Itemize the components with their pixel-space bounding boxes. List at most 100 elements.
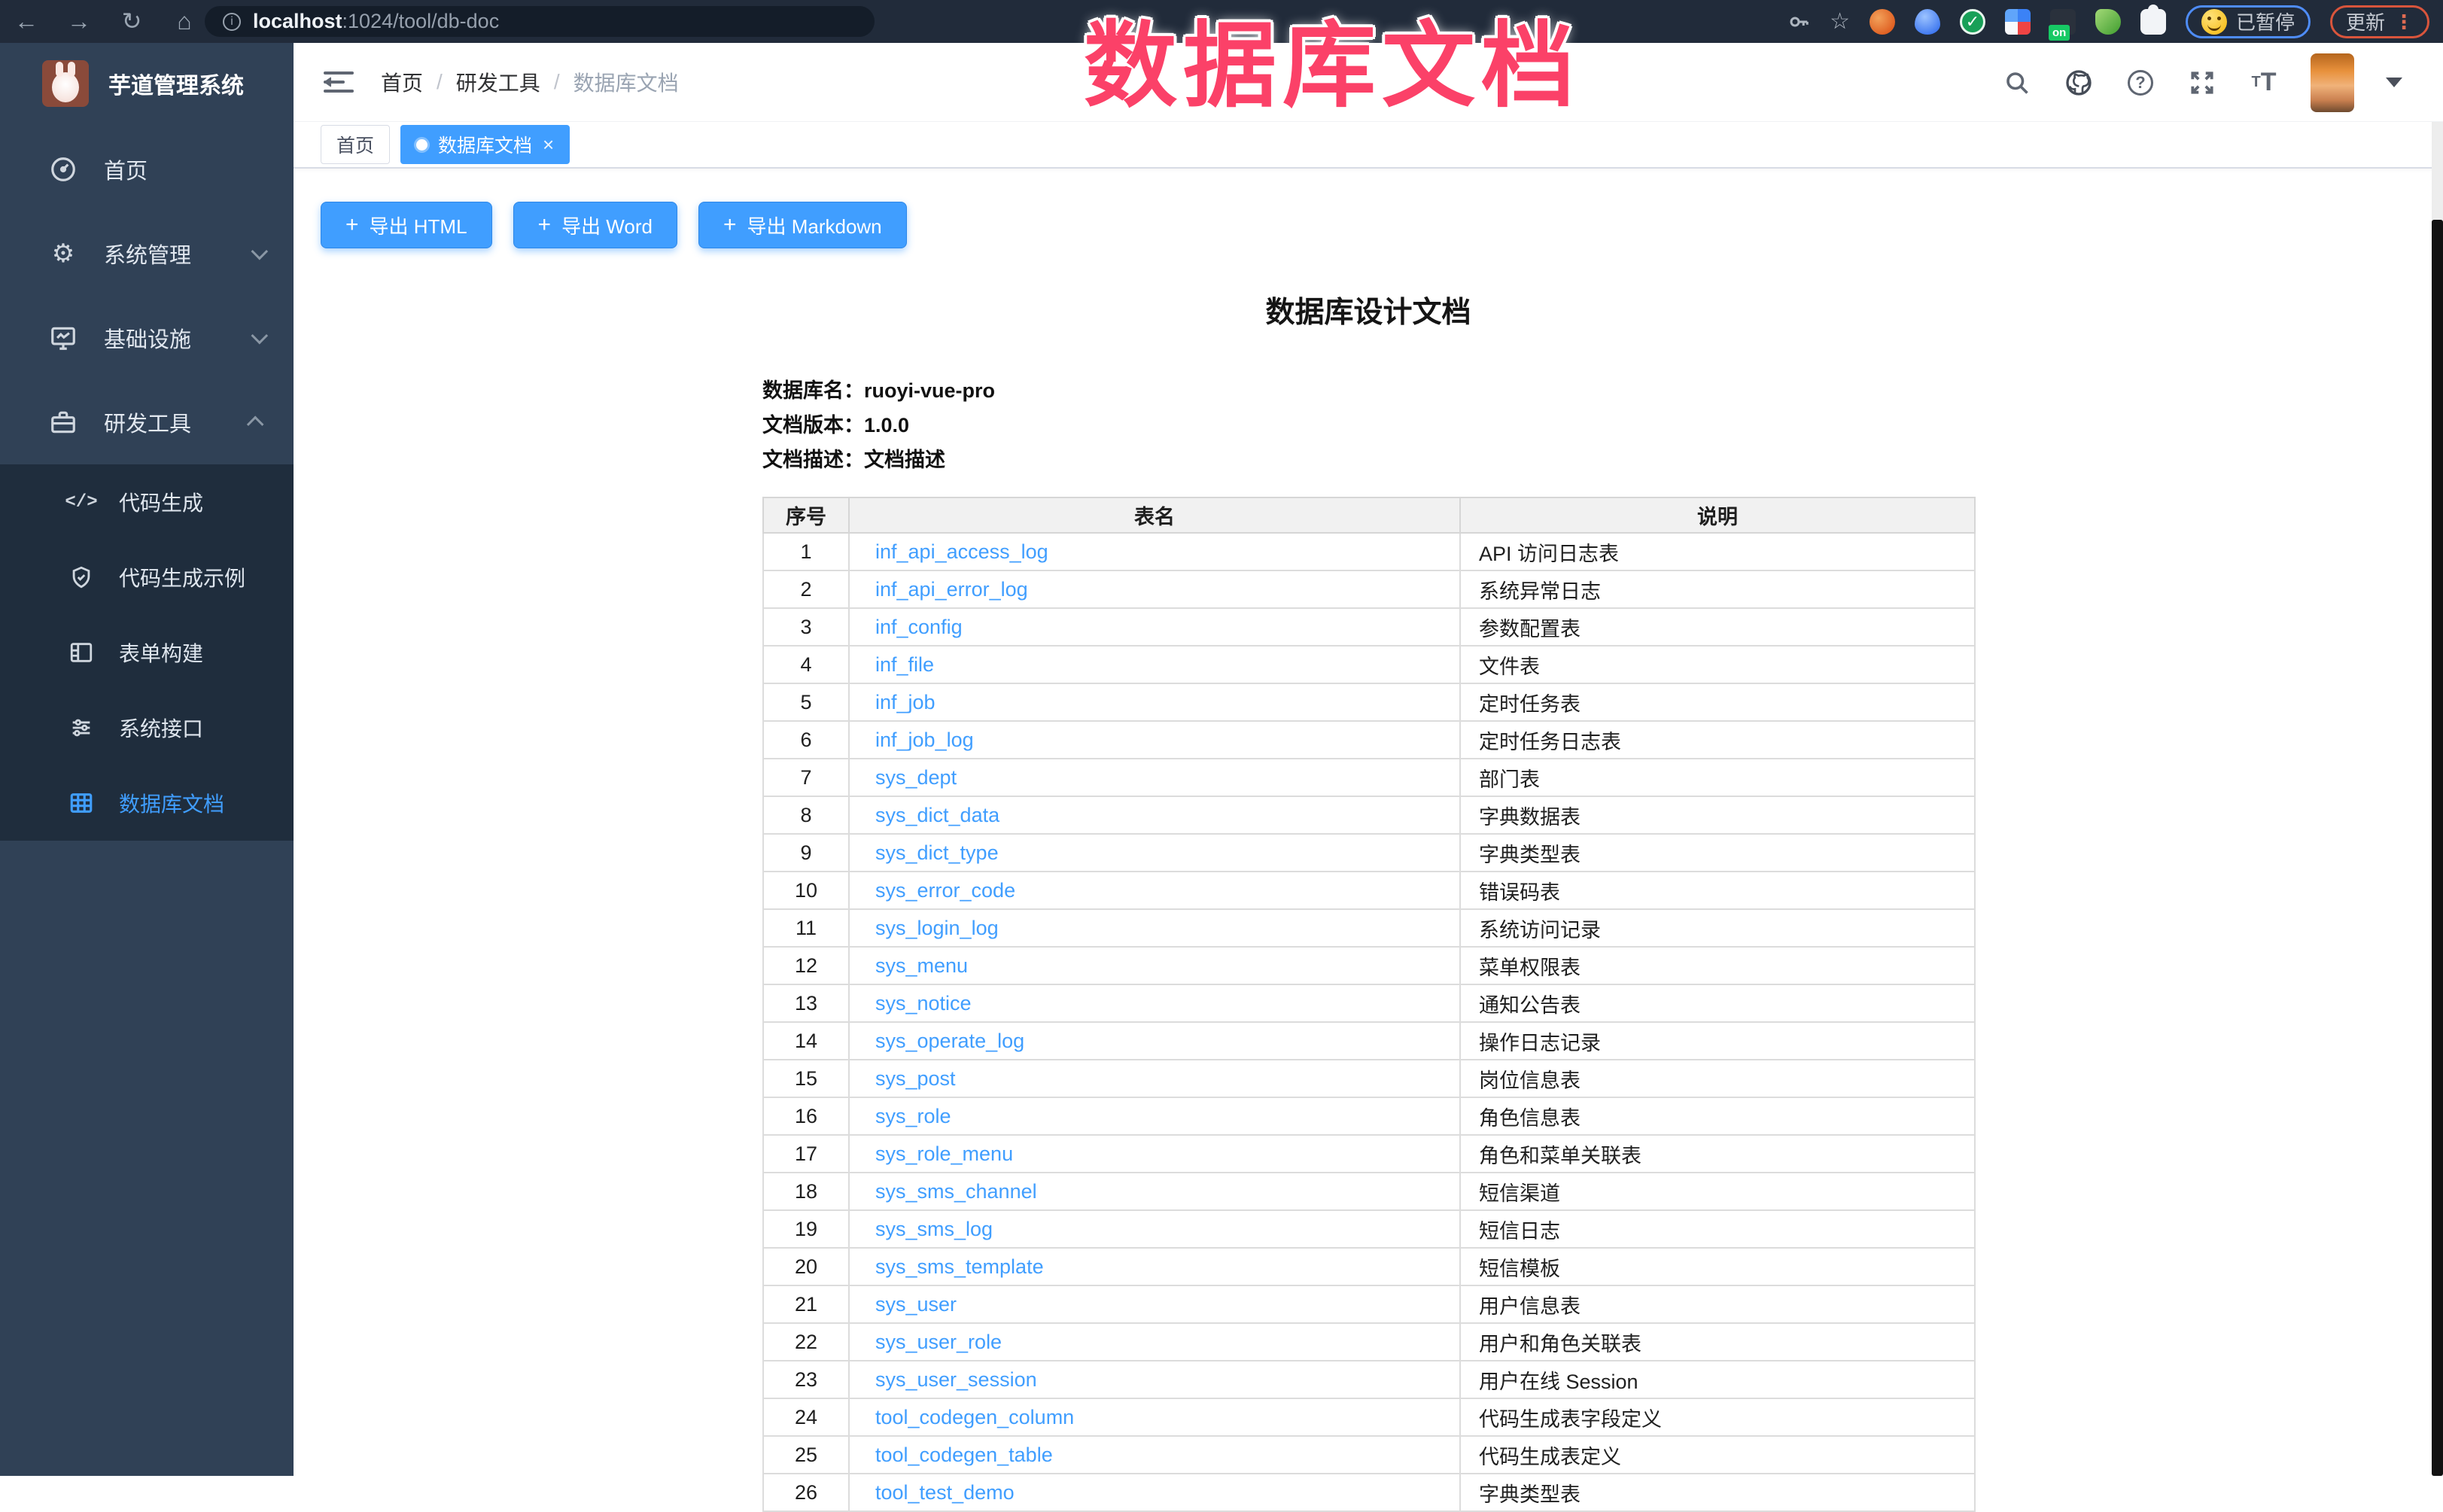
view-tab[interactable]: 首页 <box>321 125 390 164</box>
table-name-link[interactable]: inf_file <box>875 653 934 676</box>
search-icon[interactable] <box>2002 68 2032 98</box>
toolbox-icon <box>47 408 80 437</box>
table-name-link[interactable]: tool_codegen_column <box>875 1406 1074 1428</box>
row-index: 2 <box>763 570 849 608</box>
table-name-link[interactable]: inf_config <box>875 616 963 638</box>
breadcrumb-separator: / <box>437 70 443 94</box>
browser-update-chip[interactable]: 更新 ⋮ <box>2330 5 2429 38</box>
export-button[interactable]: +导出 HTML <box>321 202 492 248</box>
breadcrumb-item[interactable]: 首页 <box>381 67 423 97</box>
page-scrollbar-thumb[interactable] <box>2432 220 2443 1476</box>
browser-reload-icon[interactable]: ↻ <box>105 0 158 43</box>
export-button[interactable]: +导出 Markdown <box>698 202 907 248</box>
font-size-icon[interactable]: TT <box>2249 68 2279 98</box>
table-name-link[interactable]: sys_role_menu <box>875 1142 1013 1165</box>
extension-icon-proxy[interactable]: on <box>2050 9 2076 35</box>
sidebar-item-devtools[interactable]: 研发工具 <box>0 380 294 464</box>
help-icon[interactable]: ? <box>2125 68 2155 98</box>
plus-icon: + <box>723 214 737 236</box>
github-icon[interactable] <box>2064 68 2094 98</box>
site-info-icon[interactable]: i <box>223 13 241 31</box>
extension-icon-grid[interactable] <box>2005 9 2031 35</box>
table-row: 11sys_login_log系统访问记录 <box>763 909 1975 947</box>
breadcrumb-item[interactable]: 研发工具 <box>456 67 540 97</box>
app-header: 首页/研发工具/数据库文档 ? TT <box>294 43 2443 122</box>
row-table-name-cell: tool_codegen_column <box>849 1398 1460 1436</box>
row-index: 15 <box>763 1060 849 1097</box>
app-logo-row[interactable]: 芋道管理系统 <box>0 43 294 124</box>
table-row: 3inf_config参数配置表 <box>763 608 1975 646</box>
table-name-link[interactable]: sys_notice <box>875 992 972 1015</box>
table-row: 21sys_user用户信息表 <box>763 1285 1975 1323</box>
table-name-link[interactable]: sys_dict_type <box>875 841 999 864</box>
table-name-link[interactable]: sys_login_log <box>875 917 999 939</box>
close-icon[interactable]: × <box>543 135 554 154</box>
table-name-link[interactable]: sys_sms_log <box>875 1218 993 1240</box>
browser-back-icon[interactable]: ← <box>0 0 53 43</box>
view-tab[interactable]: 数据库文档× <box>400 125 570 164</box>
user-avatar[interactable] <box>2311 53 2354 112</box>
table-row: 13sys_notice通知公告表 <box>763 984 1975 1022</box>
bookmark-star-icon[interactable]: ☆ <box>1830 8 1850 35</box>
row-index: 9 <box>763 834 849 872</box>
browser-menu-icon[interactable]: ⋮ <box>2394 12 2414 32</box>
table-name-link[interactable]: sys_user <box>875 1293 957 1316</box>
table-name-link[interactable]: sys_dict_data <box>875 804 999 826</box>
table-column-header: 序号 <box>763 497 849 533</box>
table-name-link[interactable]: sys_sms_channel <box>875 1180 1037 1203</box>
row-description: 短信日志 <box>1460 1210 1975 1248</box>
table-name-link[interactable]: inf_job_log <box>875 729 974 751</box>
browser-home-icon[interactable]: ⌂ <box>158 0 211 43</box>
table-name-link[interactable]: inf_api_access_log <box>875 540 1048 563</box>
user-menu-caret-icon[interactable] <box>2386 78 2402 87</box>
row-index: 10 <box>763 872 849 909</box>
address-bar[interactable]: i localhost:1024/tool/db-doc <box>205 6 875 37</box>
sidebar-item-system[interactable]: ⚙ 系统管理 <box>0 211 294 296</box>
table-name-link[interactable]: sys_menu <box>875 954 968 977</box>
table-row: 9sys_dict_type字典类型表 <box>763 834 1975 872</box>
sidebar-item-db-doc[interactable]: 数据库文档 <box>0 765 294 841</box>
table-name-link[interactable]: tool_codegen_table <box>875 1444 1053 1466</box>
table-name-link[interactable]: inf_job <box>875 691 936 713</box>
sidebar-item-infra[interactable]: 基础设施 <box>0 296 294 380</box>
extensions-puzzle-icon[interactable] <box>2140 9 2166 35</box>
fullscreen-icon[interactable] <box>2187 68 2217 98</box>
row-table-name-cell: sys_post <box>849 1060 1460 1097</box>
table-name-link[interactable]: sys_post <box>875 1067 956 1090</box>
sidebar-item-codegen-demo[interactable]: 代码生成示例 <box>0 540 294 615</box>
plus-icon: + <box>345 214 359 236</box>
extension-icon-check[interactable]: ✓ <box>1960 9 1985 35</box>
paused-extension-chip[interactable]: 已暂停 <box>2186 5 2311 38</box>
sidebar-item-home[interactable]: 首页 <box>0 127 294 211</box>
table-name-link[interactable]: sys_operate_log <box>875 1030 1024 1052</box>
browser-forward-icon[interactable]: → <box>53 0 105 43</box>
table-name-link[interactable]: tool_test_demo <box>875 1481 1015 1504</box>
table-name-link[interactable]: sys_sms_template <box>875 1255 1044 1278</box>
sidebar-item-form-builder[interactable]: 表单构建 <box>0 615 294 690</box>
row-description: 通知公告表 <box>1460 984 1975 1022</box>
table-name-link[interactable]: inf_api_error_log <box>875 578 1028 601</box>
extension-icon-leaf[interactable] <box>2095 9 2121 35</box>
key-icon[interactable] <box>1787 11 1810 33</box>
table-header-row: 序号表名说明 <box>763 497 1975 533</box>
row-table-name-cell: sys_error_code <box>849 872 1460 909</box>
export-button[interactable]: +导出 Word <box>513 202 677 248</box>
table-name-link[interactable]: sys_role <box>875 1105 951 1127</box>
extension-icon-orange[interactable] <box>1870 9 1895 35</box>
page-content: +导出 HTML+导出 Word+导出 Markdown 数据库设计文档 数据库… <box>294 169 2443 1512</box>
sidebar-item-codegen[interactable]: </> 代码生成 <box>0 464 294 540</box>
table-row: 20sys_sms_template短信模板 <box>763 1248 1975 1285</box>
table-name-link[interactable]: sys_user_session <box>875 1368 1037 1391</box>
row-description: 菜单权限表 <box>1460 947 1975 984</box>
extension-on-badge: on <box>2049 25 2070 41</box>
table-name-link[interactable]: sys_dept <box>875 766 957 789</box>
sidebar-fold-icon[interactable] <box>324 70 354 94</box>
extension-icon-pin[interactable] <box>1915 9 1940 35</box>
row-index: 25 <box>763 1436 849 1474</box>
info-value: ruoyi-vue-pro <box>864 379 995 402</box>
table-row: 18sys_sms_channel短信渠道 <box>763 1173 1975 1210</box>
row-index: 14 <box>763 1022 849 1060</box>
table-name-link[interactable]: sys_user_role <box>875 1331 1002 1353</box>
sidebar-item-system-api[interactable]: 系统接口 <box>0 690 294 765</box>
table-name-link[interactable]: sys_error_code <box>875 879 1015 902</box>
